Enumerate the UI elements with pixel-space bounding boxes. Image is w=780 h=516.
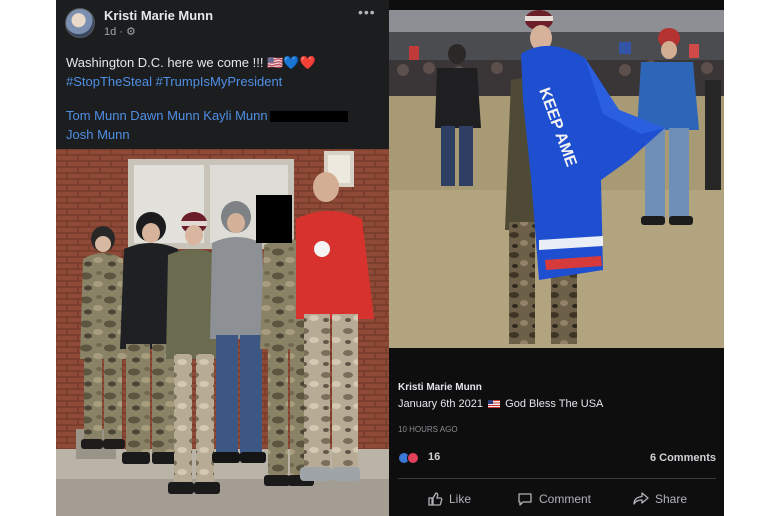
post-body: Washington D.C. here we come !!! 🇺🇸💙❤️ — [66, 55, 316, 70]
comment-label: Comment — [539, 492, 592, 506]
tagged-names-line2[interactable]: Josh Munn — [66, 127, 130, 142]
reaction-icons[interactable] — [398, 452, 424, 464]
left-post: Kristi Marie Munn 1d · ⚙ ••• Washington … — [56, 0, 389, 516]
thumbs-up-icon — [428, 492, 443, 506]
post-meta: 1d · ⚙ — [104, 26, 136, 38]
share-button[interactable]: Share — [633, 488, 687, 510]
face-redaction — [256, 195, 292, 243]
right-post: KEEP AME Kristi Marie Munn January 6th 2… — [389, 0, 724, 516]
rally-photo[interactable]: KEEP AME — [389, 10, 724, 348]
like-button[interactable]: Like — [427, 488, 471, 510]
caption-date: January 6th 2021 — [398, 398, 484, 410]
hashtags[interactable]: #StopTheSteal #TrumpIsMyPresident — [66, 72, 382, 91]
comment-button[interactable]: Comment — [517, 488, 591, 510]
comment-count[interactable]: 6 Comments — [650, 452, 716, 464]
post-caption: January 6th 2021 God Bless The USA — [398, 398, 603, 410]
author-name[interactable]: Kristi Marie Munn — [398, 382, 482, 393]
post-header: Kristi Marie Munn 1d · ⚙ ••• — [56, 0, 389, 44]
us-flag-icon — [488, 400, 501, 409]
love-reaction-icon — [407, 452, 419, 464]
post-timestamp[interactable]: 10 HOURS AGO — [398, 425, 458, 434]
share-label: Share — [655, 492, 688, 506]
post-text: Washington D.C. here we come !!! 🇺🇸💙❤️ #… — [66, 53, 382, 91]
redaction-bar — [269, 111, 348, 123]
action-bar: Like Comment Share — [389, 488, 724, 510]
divider — [398, 478, 716, 479]
author-name[interactable]: Kristi Marie Munn — [104, 8, 213, 23]
share-icon — [633, 492, 649, 505]
avatar[interactable] — [65, 8, 95, 38]
caption-text: God Bless The USA — [505, 398, 604, 410]
tagged-people: Tom Munn Dawn Munn Kayli Munn Josh Munn — [66, 106, 382, 144]
like-label: Like — [449, 492, 472, 506]
comment-icon — [518, 493, 532, 506]
reaction-count[interactable]: 16 — [428, 451, 440, 463]
group-photo[interactable] — [56, 149, 389, 516]
tagged-names-line1[interactable]: Tom Munn Dawn Munn Kayli Munn — [66, 108, 268, 123]
more-horizontal-icon[interactable]: ••• — [358, 4, 376, 20]
